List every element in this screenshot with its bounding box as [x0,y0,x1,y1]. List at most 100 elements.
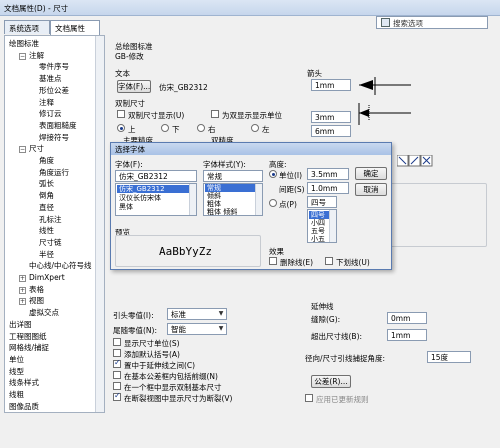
tree-item[interactable]: 尺寸 [29,144,44,154]
font-field[interactable]: 仿宋_GB2312 [115,170,197,182]
point-label: 点(P) [279,200,297,209]
tree-item[interactable]: 单位 [9,355,24,365]
style-list[interactable]: 常规 倾斜 粗体 粗体 倾斜 [203,183,263,216]
tree-item[interactable]: 表面粗糙度 [39,121,77,131]
tree-item[interactable]: 线型 [9,367,24,377]
pos-right-radio[interactable] [197,124,205,132]
tree-item[interactable]: 线条样式 [9,378,39,388]
show-units-checkbox[interactable] [113,338,121,346]
font-list-item[interactable]: 黑体 [117,203,135,211]
tree-item[interactable]: 修订云 [39,109,62,119]
expand-icon[interactable]: + [19,298,26,306]
update-rules-checkbox[interactable] [305,394,313,402]
style-list-item[interactable]: 常规 [205,184,255,192]
leading-zero-select[interactable]: 标准 ▼ [167,308,227,320]
arrow-diagram-icon [358,77,411,125]
tolerance-button[interactable]: 公差(R)... [311,375,351,388]
broken-view-checkbox[interactable] [113,391,121,401]
tree-item[interactable]: 视图 [29,296,44,306]
tree-item[interactable]: DimXpert [29,273,65,283]
unit-label: 单位(I) [279,171,303,180]
trailing-zero-select[interactable]: 智能 ▼ [167,323,227,335]
search-input[interactable]: 搜索选项 [376,16,488,29]
collapse-icon[interactable]: − [19,146,26,154]
tree-item[interactable]: 弧长 [39,179,54,189]
expand-icon[interactable]: + [19,275,26,282]
pos-right-label: 右 [208,125,216,134]
tab-system-options[interactable]: 系统选项(S) [4,20,50,43]
tree-scrollbar[interactable] [95,36,104,412]
tree-item[interactable]: 角度 [39,156,54,166]
tree-item[interactable]: 中心线/中心符号线 [29,261,92,271]
update-rules-label: 应用已更新规则 [316,395,369,404]
point-list-scrollbar[interactable] [329,210,336,242]
font-list-scrollbar[interactable] [189,184,196,215]
tree-item[interactable]: 线性 [39,226,54,236]
point-list-item[interactable]: 小五 [309,235,327,242]
tree-item[interactable]: 基准点 [39,74,62,84]
tree-item[interactable]: 尺寸链 [39,238,62,248]
tree-item[interactable]: 角度运行 [39,168,69,178]
point-list-item[interactable]: 小四 [309,219,327,227]
same-frame-checkbox[interactable] [113,382,121,390]
cancel-button[interactable]: 取消 [355,183,387,196]
include-prefix-checkbox[interactable] [113,371,121,379]
arrow-style-icons[interactable] [397,155,433,167]
pos-bottom-radio[interactable] [161,124,169,132]
tree-item[interactable]: 焊接符号 [39,133,69,143]
leading-zero-value: 标准 [171,310,186,319]
unit-radio[interactable] [269,170,277,178]
font-list-item[interactable]: 汉仪长仿宋体 [117,194,163,202]
strikethrough-label: 删除线(E) [280,258,314,267]
point-list[interactable]: 四号 小四 五号 小五 [307,209,337,243]
ok-button[interactable]: 确定 [355,167,387,180]
add-parens-checkbox[interactable] [113,349,121,357]
tree-item[interactable]: 绘图标准 [9,39,39,49]
tree-item[interactable]: 形位公差 [39,86,69,96]
style-list-item[interactable]: 粗体 倾斜 [205,208,239,215]
pos-top-radio[interactable] [117,124,125,132]
tree-item[interactable]: 孔标注 [39,215,62,225]
collapse-icon[interactable]: − [19,52,26,60]
radial-snap-field[interactable]: 15度 [427,351,471,363]
tree-item[interactable]: 工程图图纸 [9,332,47,342]
font-button[interactable]: 字体(F)... [117,80,151,93]
tree-item[interactable]: 图像品质 [9,402,39,412]
spacing-field[interactable]: 1.0mm [307,182,349,194]
expand-icon[interactable]: + [19,286,26,294]
gap-field[interactable]: 0mm [387,312,427,324]
arrow-height-field[interactable]: 3mm [311,111,351,123]
pos-left-radio[interactable] [251,124,259,132]
style-field[interactable]: 常规 [203,170,263,182]
tree-item[interactable]: 半径 [39,250,54,260]
point-list-item[interactable]: 五号 [309,227,327,235]
beyond-field[interactable]: 1mm [387,329,427,341]
tree-item[interactable]: 直径 [39,203,54,213]
font-list[interactable]: 仿宋_GB2312 汉仪长仿宋体 黑体 [115,183,197,216]
style-list-item[interactable]: 倾斜 [205,192,223,200]
center-ext-checkbox[interactable] [113,358,121,368]
dual-units-checkbox[interactable] [211,110,219,118]
tree-item[interactable]: 注解 [29,51,44,61]
tree-item[interactable]: 线粗 [9,390,24,400]
arrow-width-field[interactable]: 1mm [311,79,351,91]
tree-item[interactable]: 注释 [39,98,54,108]
dual-show-checkbox[interactable] [117,110,125,118]
tree-item[interactable]: 虚拟交点 [29,308,59,318]
tab-document-properties[interactable]: 文档属性(D) [50,20,100,43]
font-list-item[interactable]: 仿宋_GB2312 [117,185,189,193]
tree-item[interactable]: 倒角 [39,191,54,201]
underline-checkbox[interactable] [325,257,333,265]
point-list-item[interactable]: 四号 [309,211,329,219]
unit-field[interactable]: 3.5mm [307,168,349,180]
style-list-scrollbar[interactable] [255,184,262,215]
point-field[interactable]: 四号 [307,196,337,208]
tree-item[interactable]: 零件序号 [39,62,69,72]
point-radio[interactable] [269,199,277,207]
arrow-length-field[interactable]: 6mm [311,125,351,137]
tree-item[interactable]: 表格 [29,285,44,295]
style-list-item[interactable]: 粗体 [205,200,223,208]
tree-item[interactable]: 网格线/捕捉 [9,343,49,353]
strikethrough-checkbox[interactable] [269,257,277,265]
tree-item[interactable]: 出详图 [9,320,32,330]
